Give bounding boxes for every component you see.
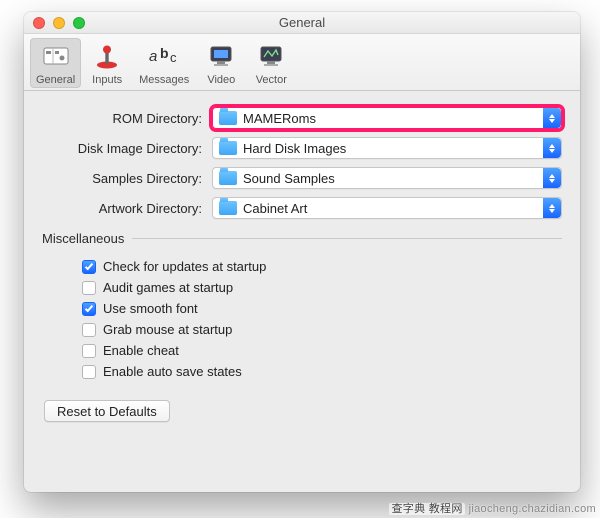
checkbox[interactable] xyxy=(82,365,96,379)
artwork-directory-picker[interactable]: Cabinet Art xyxy=(212,197,562,219)
video-icon xyxy=(206,42,236,72)
tab-vector[interactable]: Vector xyxy=(247,38,295,88)
tab-label: Vector xyxy=(256,74,287,86)
svg-text:a: a xyxy=(149,48,157,65)
folder-icon xyxy=(219,201,237,215)
option-label: Enable auto save states xyxy=(103,364,242,379)
reset-to-defaults-button[interactable]: Reset to Defaults xyxy=(44,400,170,422)
miscellaneous-heading: Miscellaneous xyxy=(42,231,562,246)
option-label: Enable cheat xyxy=(103,343,179,358)
disk-image-directory-label: Disk Image Directory: xyxy=(42,141,212,156)
option-label: Grab mouse at startup xyxy=(103,322,232,337)
artwork-directory-value: Cabinet Art xyxy=(243,201,307,216)
tab-label: Inputs xyxy=(92,74,122,86)
popup-arrows-icon xyxy=(543,108,561,128)
option-label: Audit games at startup xyxy=(103,280,233,295)
tab-inputs[interactable]: Inputs xyxy=(83,38,131,88)
disk-image-directory-row: Disk Image Directory: Hard Disk Images xyxy=(42,137,562,159)
checkbox[interactable] xyxy=(82,302,96,316)
samples-directory-label: Samples Directory: xyxy=(42,171,212,186)
checkbox[interactable] xyxy=(82,260,96,274)
tab-video[interactable]: Video xyxy=(197,38,245,88)
svg-text:c: c xyxy=(170,50,177,65)
disk-image-directory-value: Hard Disk Images xyxy=(243,141,346,156)
titlebar: General xyxy=(24,12,580,34)
misc-option: Enable cheat xyxy=(42,340,562,361)
folder-icon xyxy=(219,111,237,125)
option-label: Use smooth font xyxy=(103,301,198,316)
window-title: General xyxy=(24,15,580,30)
popup-arrows-icon xyxy=(543,138,561,158)
checkbox[interactable] xyxy=(82,323,96,337)
general-pane: ROM Directory: MAMERoms Disk Image Direc… xyxy=(24,91,580,440)
checkbox[interactable] xyxy=(82,281,96,295)
close-window-button[interactable] xyxy=(33,17,45,29)
artwork-directory-label: Artwork Directory: xyxy=(42,201,212,216)
window-controls xyxy=(24,17,85,29)
rom-directory-picker[interactable]: MAMERoms xyxy=(212,107,562,129)
general-icon xyxy=(41,42,71,72)
messages-icon: a b c xyxy=(149,42,179,72)
minimize-window-button[interactable] xyxy=(53,17,65,29)
miscellaneous-options: Check for updates at startup Audit games … xyxy=(42,256,562,382)
popup-arrows-icon xyxy=(543,198,561,218)
tab-label: Video xyxy=(207,74,235,86)
vector-icon xyxy=(256,42,286,72)
tab-label: General xyxy=(36,74,75,86)
disk-image-directory-picker[interactable]: Hard Disk Images xyxy=(212,137,562,159)
misc-option: Use smooth font xyxy=(42,298,562,319)
joystick-icon xyxy=(92,42,122,72)
misc-option: Grab mouse at startup xyxy=(42,319,562,340)
option-label: Check for updates at startup xyxy=(103,259,266,274)
tab-general[interactable]: General xyxy=(30,38,81,88)
samples-directory-value: Sound Samples xyxy=(243,171,335,186)
artwork-directory-row: Artwork Directory: Cabinet Art xyxy=(42,197,562,219)
zoom-window-button[interactable] xyxy=(73,17,85,29)
folder-icon xyxy=(219,171,237,185)
misc-option: Enable auto save states xyxy=(42,361,562,382)
rom-directory-row: ROM Directory: MAMERoms xyxy=(42,107,562,129)
svg-text:b: b xyxy=(160,45,169,61)
misc-option: Audit games at startup xyxy=(42,277,562,298)
tab-messages[interactable]: a b c Messages xyxy=(133,38,195,88)
misc-option: Check for updates at startup xyxy=(42,256,562,277)
samples-directory-row: Samples Directory: Sound Samples xyxy=(42,167,562,189)
rom-directory-value: MAMERoms xyxy=(243,111,316,126)
preferences-toolbar: General Inputs a b c Messages xyxy=(24,34,580,91)
preferences-window: General General xyxy=(24,12,580,492)
samples-directory-picker[interactable]: Sound Samples xyxy=(212,167,562,189)
watermark: 查字典 教程网jiaocheng.chazidian.com xyxy=(389,500,596,516)
rom-directory-label: ROM Directory: xyxy=(42,111,212,126)
checkbox[interactable] xyxy=(82,344,96,358)
folder-icon xyxy=(219,141,237,155)
popup-arrows-icon xyxy=(543,168,561,188)
tab-label: Messages xyxy=(139,74,189,86)
